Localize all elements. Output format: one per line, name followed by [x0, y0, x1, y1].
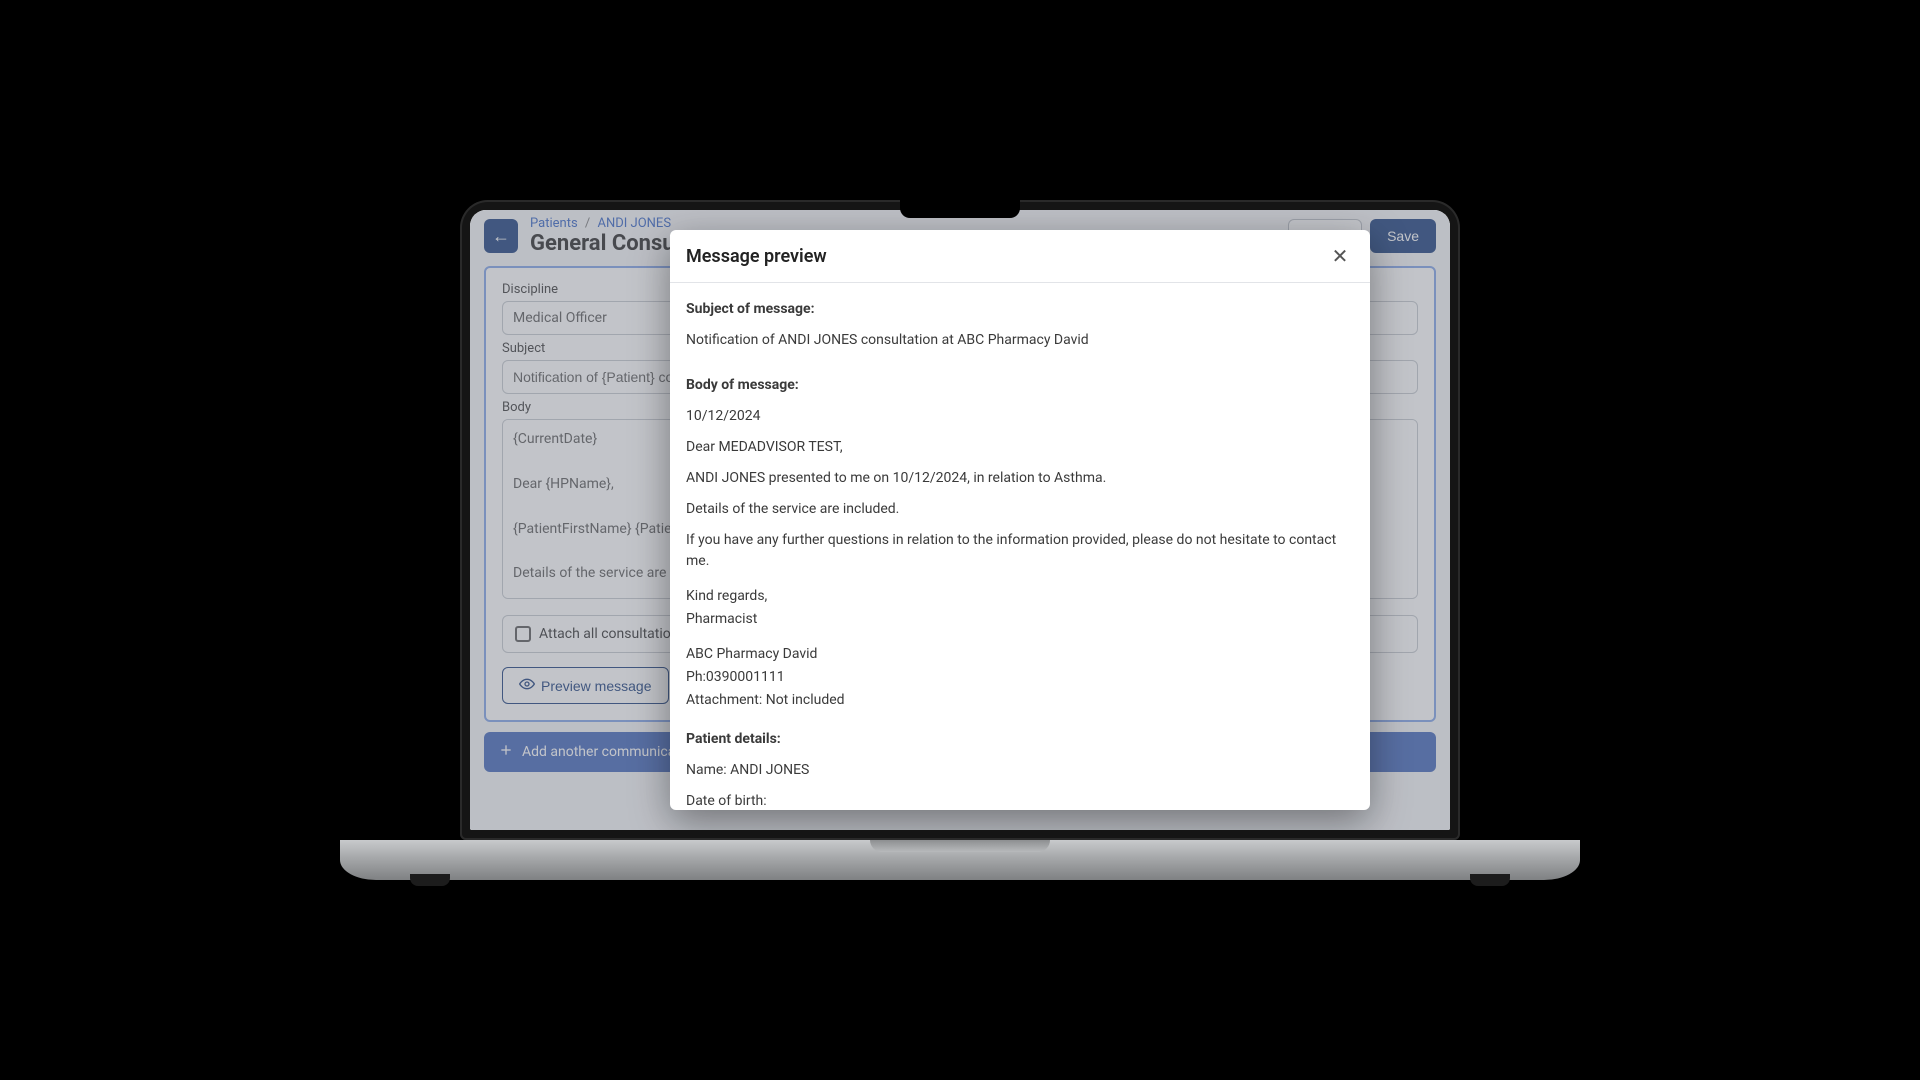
laptop-feet: [340, 874, 1580, 890]
patient-name: Name: ANDI JONES: [686, 760, 1354, 781]
laptop-notch: [900, 200, 1020, 218]
pharmacy-name: ABC Pharmacy David: [686, 644, 1354, 665]
body-heading: Body of message:: [686, 375, 1354, 396]
modal-title: Message preview: [686, 246, 827, 267]
subject-heading: Subject of message:: [686, 299, 1354, 320]
body-date: 10/12/2024: [686, 406, 1354, 427]
body-line3: If you have any further questions in rel…: [686, 530, 1354, 572]
laptop-frame: ← Patients / ANDI JONES General Consult …: [340, 200, 1580, 880]
regards-2: Pharmacist: [686, 609, 1354, 630]
modal-header: Message preview ✕: [670, 230, 1370, 283]
body-line1: ANDI JONES presented to me on 10/12/2024…: [686, 468, 1354, 489]
regards-1: Kind regards,: [686, 586, 1354, 607]
laptop-base: [340, 840, 1580, 880]
screen-bezel: ← Patients / ANDI JONES General Consult …: [460, 200, 1460, 840]
body-greeting: Dear MEDADVISOR TEST,: [686, 437, 1354, 458]
patient-heading: Patient details:: [686, 729, 1354, 750]
message-preview-modal: Message preview ✕ Subject of message: No…: [670, 230, 1370, 810]
attachment-line: Attachment: Not included: [686, 690, 1354, 711]
subject-text: Notification of ANDI JONES consultation …: [686, 330, 1354, 351]
close-button[interactable]: ✕: [1326, 242, 1354, 270]
screen-viewport: ← Patients / ANDI JONES General Consult …: [470, 210, 1450, 830]
close-icon: ✕: [1332, 244, 1349, 268]
patient-dob: Date of birth:: [686, 791, 1354, 810]
modal-body[interactable]: Subject of message: Notification of ANDI…: [670, 283, 1370, 810]
body-line2: Details of the service are included.: [686, 499, 1354, 520]
pharmacy-phone: Ph:0390001111: [686, 667, 1354, 688]
